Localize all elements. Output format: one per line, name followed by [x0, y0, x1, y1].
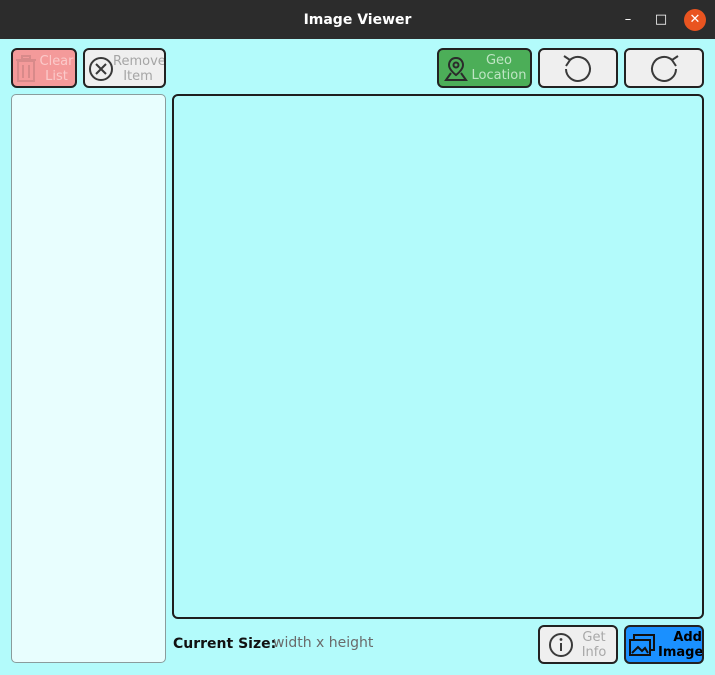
geo-location-button[interactable]: Geo Location	[437, 48, 532, 88]
add-image-label: Add Image	[658, 630, 704, 660]
minimize-button[interactable]: –	[617, 9, 639, 31]
clear-list-button[interactable]: Clear List	[11, 48, 77, 88]
remove-item-label: Remove Item	[113, 54, 166, 84]
current-size-label: Current Size:	[173, 636, 277, 652]
clear-list-label: Clear List	[39, 54, 74, 84]
window-title: Image Viewer	[303, 12, 412, 28]
geo-location-label: Geo Location	[471, 53, 527, 83]
trash-icon	[15, 55, 37, 86]
image-add-icon	[628, 633, 656, 661]
info-icon	[548, 632, 574, 662]
current-size-value: width x height	[273, 635, 374, 651]
image-viewer-window: Image Viewer – □ ✕ Clear List Remove Ite…	[0, 0, 715, 675]
add-image-button[interactable]: Add Image	[624, 625, 704, 664]
close-button[interactable]: ✕	[684, 9, 706, 31]
get-info-label: Get Info	[581, 630, 607, 660]
image-list[interactable]	[11, 94, 166, 663]
rotate-cw-icon	[647, 52, 681, 86]
image-display-area	[172, 94, 704, 619]
rotate-ccw-icon	[561, 52, 595, 86]
rotate-right-button[interactable]	[624, 48, 704, 88]
title-bar[interactable]: Image Viewer – □ ✕	[0, 0, 715, 39]
map-pin-icon	[444, 56, 468, 86]
get-info-button[interactable]: Get Info	[538, 625, 618, 664]
remove-item-button[interactable]: Remove Item	[83, 48, 166, 88]
circle-x-icon	[88, 56, 114, 86]
maximize-button[interactable]: □	[650, 9, 672, 31]
rotate-left-button[interactable]	[538, 48, 618, 88]
